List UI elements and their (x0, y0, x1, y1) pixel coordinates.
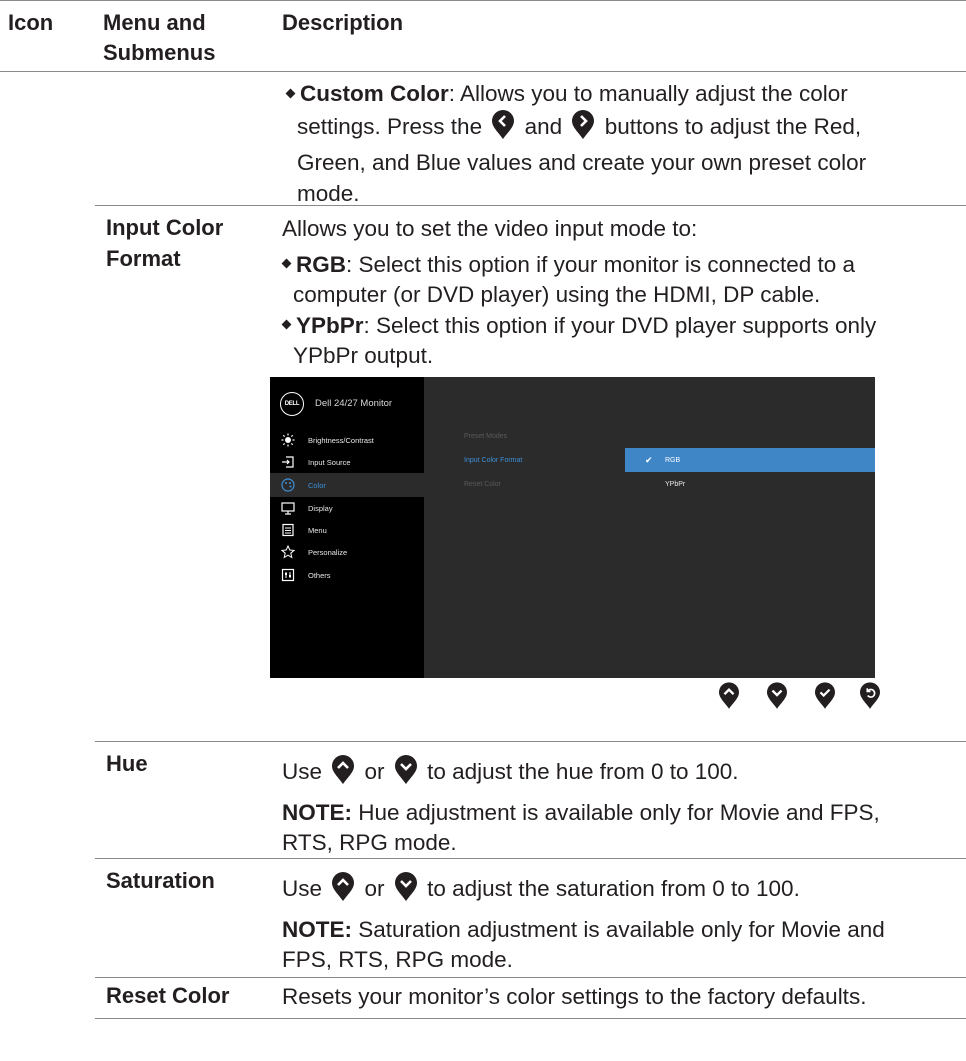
menu-icon (280, 522, 296, 538)
others-icon (280, 567, 296, 583)
row-rule (95, 205, 966, 206)
input-color-format-desc: Allows you to set the video input mode t… (281, 216, 877, 368)
osd-title: Dell 24/27 Monitor (315, 398, 393, 409)
hue-desc: Use or to adjust the hue from 0 to 100. … (282, 755, 942, 859)
check-button-icon (815, 682, 835, 710)
down-button-icon (394, 755, 417, 794)
custom-color-label: Custom Color (300, 81, 449, 106)
header-description: Description (282, 10, 404, 35)
check-icon: ✔ (645, 454, 653, 465)
up-button-icon (332, 872, 355, 911)
osd-item-personalize[interactable]: Personalize (270, 540, 424, 564)
osd-sidebar: DELL Dell 24/27 Monitor Brightness/Contr… (270, 377, 424, 678)
brightness-icon (280, 432, 296, 448)
top-rule (0, 0, 966, 1)
left-button-icon (492, 109, 515, 149)
saturation-desc: Use or to adjust the saturation from 0 t… (282, 872, 942, 976)
custom-color-block: Custom Color: Allows you to manually adj… (285, 79, 926, 209)
row-rule (95, 741, 966, 742)
row-rule (95, 858, 966, 859)
osd-screenshot: DELL Dell 24/27 Monitor Brightness/Contr… (270, 377, 875, 678)
osd-option-ypbpr[interactable]: YPbPr (625, 472, 875, 496)
header-menu: Menu and Submenus (103, 10, 216, 65)
input-source-icon (280, 454, 296, 470)
bottom-rule (95, 1018, 966, 1019)
osd-item-brightness[interactable]: Brightness/Contrast (270, 428, 424, 452)
osd-item-others[interactable]: Others (270, 563, 424, 587)
osd-sub-input-color-format[interactable]: Input Color Format (464, 457, 522, 464)
osd-item-input-source[interactable]: Input Source (270, 450, 424, 474)
back-button-icon (860, 682, 880, 710)
header-rule (0, 71, 966, 72)
osd-item-display[interactable]: Display (270, 496, 424, 520)
reset-color-label: Reset Color (106, 983, 230, 1008)
header-icon: Icon (8, 10, 54, 35)
input-color-format-label: Input Color Format (106, 215, 224, 271)
osd-item-color[interactable]: Color (270, 473, 424, 497)
osd-item-menu[interactable]: Menu (270, 518, 424, 542)
up-button-icon (332, 755, 355, 794)
down-button-icon (394, 872, 417, 911)
star-icon (280, 544, 296, 560)
hue-label: Hue (106, 751, 148, 776)
osd-option-rgb[interactable]: ✔ RGB (625, 448, 875, 472)
osd-sub-preset-modes[interactable]: Preset Modes (464, 433, 507, 440)
display-icon (280, 500, 296, 516)
down-button-icon (767, 682, 787, 710)
saturation-label: Saturation (106, 868, 215, 893)
right-button-icon (572, 109, 595, 149)
color-palette-icon (280, 477, 296, 493)
up-button-icon (719, 682, 739, 710)
row-rule (95, 977, 966, 978)
reset-color-desc: Resets your monitor’s color settings to … (282, 984, 867, 1009)
dell-logo: DELL (280, 392, 304, 416)
osd-sub-reset-color[interactable]: Reset Color (464, 481, 501, 488)
